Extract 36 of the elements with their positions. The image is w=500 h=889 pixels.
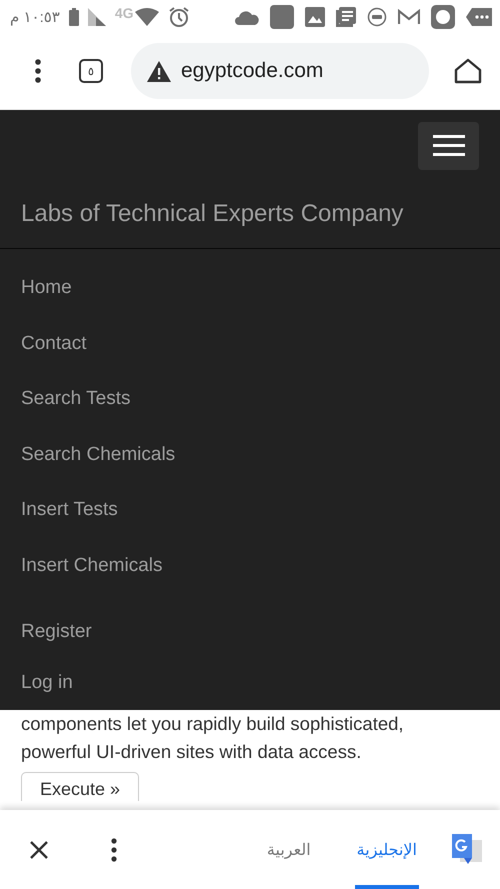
clock-time: ١٠:٥٣ م <box>10 8 60 26</box>
app-icon <box>431 4 455 28</box>
language-tab[interactable]: العربية <box>264 810 313 889</box>
battery-icon <box>68 8 79 26</box>
nav-link[interactable]: Contact <box>0 316 500 371</box>
tab-count-button[interactable]: ٥ <box>79 59 103 83</box>
cloud-icon <box>235 8 259 24</box>
image-icon <box>305 6 325 26</box>
alarm-icon <box>168 6 190 28</box>
body-text: components let you rapidly build sophisticated, powerful UI-driven sites with data access. <box>21 712 405 764</box>
address-bar[interactable]: egyptcode.com <box>131 43 429 99</box>
nav-link[interactable]: Log in <box>0 660 500 710</box>
translate-icon[interactable] <box>452 834 482 866</box>
warning-icon <box>147 60 171 82</box>
home-icon[interactable] <box>454 58 482 84</box>
close-icon[interactable] <box>29 840 49 860</box>
more-icon[interactable] <box>111 838 117 862</box>
nav-link[interactable]: Insert Tests <box>0 482 500 538</box>
menu-toggle-button[interactable] <box>418 122 479 170</box>
nav-link[interactable]: Register <box>0 604 500 660</box>
nav-link[interactable]: Search Chemicals <box>0 426 500 482</box>
menu-icon[interactable] <box>35 59 41 83</box>
language-tab[interactable]: الإنجليزية <box>354 810 419 889</box>
nav-link[interactable]: Search Tests <box>0 371 500 426</box>
site-brand[interactable]: Labs of Technical Experts Company <box>21 200 479 228</box>
wifi-icon <box>134 8 159 26</box>
nav-link[interactable]: Insert Chemicals <box>0 538 500 593</box>
app-icon <box>270 4 294 28</box>
mail-icon <box>398 8 420 24</box>
more-icon <box>466 8 492 26</box>
execute-button[interactable]: Execute » <box>21 772 140 800</box>
news-icon <box>336 6 356 26</box>
nav-link[interactable]: Home <box>0 260 500 316</box>
signal-icon <box>88 8 106 26</box>
network-type: 4G <box>114 4 134 20</box>
menu-icon <box>432 135 464 157</box>
